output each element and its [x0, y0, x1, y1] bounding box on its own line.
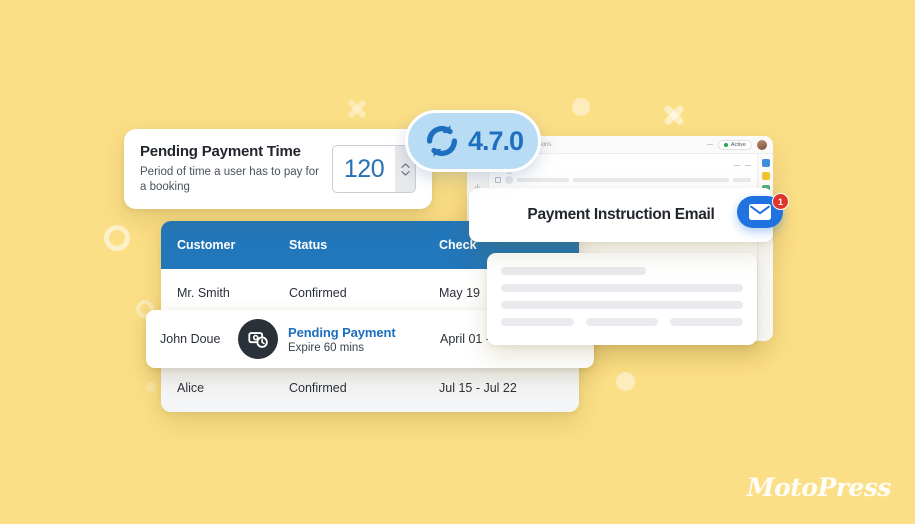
pending-customer-name: John Doue	[160, 332, 221, 346]
cell-customer: Alice	[177, 381, 205, 395]
settings-description: Period of time a user has to pay for a b…	[140, 165, 319, 193]
email-title-card[interactable]: Payment Instruction Email	[469, 188, 773, 242]
cell-status: Confirmed	[289, 285, 347, 300]
decor-ring-left	[104, 225, 130, 251]
settings-title: Pending Payment Time	[140, 142, 301, 160]
status-badge-label: Active	[731, 141, 746, 148]
pending-payment-time-input[interactable]: 120	[333, 146, 395, 192]
skeleton-chip	[670, 318, 744, 326]
skeleton-chip	[585, 318, 659, 326]
avatar[interactable]	[757, 139, 767, 150]
cell-dates: Jul 15 - Jul 22	[439, 381, 517, 395]
list-item[interactable]	[495, 176, 751, 184]
payment-clock-icon	[238, 319, 278, 359]
inbox-right-rail[interactable]	[757, 154, 773, 341]
table-row[interactable]: Alice Confirmed Jul 15 - Jul 22	[161, 364, 579, 412]
version-badge: 4.7.0	[405, 110, 541, 172]
column-header-customer: Customer	[177, 238, 236, 252]
decor-dot-small-left	[146, 382, 156, 392]
email-body-card	[487, 253, 757, 345]
page-title: Payment Instruction Email	[527, 206, 715, 223]
email-notification-badge[interactable]: 1	[737, 193, 789, 231]
decor-x-left	[346, 98, 368, 120]
cell-customer: Mr. Smith	[177, 285, 230, 300]
status-badge[interactable]: Active	[718, 139, 752, 150]
skeleton-line	[501, 267, 647, 275]
skeleton-row	[501, 318, 744, 326]
chevron-down-icon[interactable]	[400, 170, 410, 176]
decor-dot-top	[572, 98, 590, 116]
skeleton-line	[501, 284, 743, 292]
next-page-icon[interactable]	[745, 164, 751, 166]
promo-banner: Search all conversations Active	[0, 0, 915, 524]
status-dot-icon	[724, 142, 729, 147]
prev-page-icon[interactable]	[734, 164, 740, 166]
notes-app-icon[interactable]	[761, 172, 770, 180]
decor-dot-bottom-right	[616, 372, 635, 391]
calendar-app-icon[interactable]	[761, 159, 770, 167]
skeleton-line	[501, 301, 743, 309]
row-checkbox[interactable]	[495, 177, 501, 183]
version-label: 4.7.0	[467, 125, 524, 156]
row-avatar	[505, 176, 513, 184]
reports-icon[interactable]	[473, 178, 482, 190]
row-time	[733, 178, 751, 182]
pending-expire-label: Expire 60 mins	[288, 341, 365, 354]
settings-text-block: Pending Payment Time Period of time a us…	[140, 143, 320, 196]
pending-status-label: Pending Payment	[288, 324, 396, 340]
pending-payment-time-card[interactable]: Pending Payment Time Period of time a us…	[124, 129, 432, 209]
motopress-logo: MotoPress	[746, 473, 892, 502]
pending-payment-time-input-group[interactable]: 120	[332, 145, 416, 193]
skeleton-chip	[501, 318, 574, 326]
notification-count: 1	[772, 193, 789, 210]
row-sender	[517, 178, 569, 182]
decor-x-right	[662, 103, 686, 127]
inbox-divider	[707, 144, 714, 145]
row-subject	[573, 178, 729, 182]
chevron-up-icon[interactable]	[400, 162, 410, 168]
sync-icon	[423, 122, 461, 160]
pending-status-cell: Pending Payment Expire 60 mins	[288, 325, 440, 354]
cell-status: Confirmed	[289, 381, 347, 395]
column-header-status: Status	[289, 238, 328, 252]
